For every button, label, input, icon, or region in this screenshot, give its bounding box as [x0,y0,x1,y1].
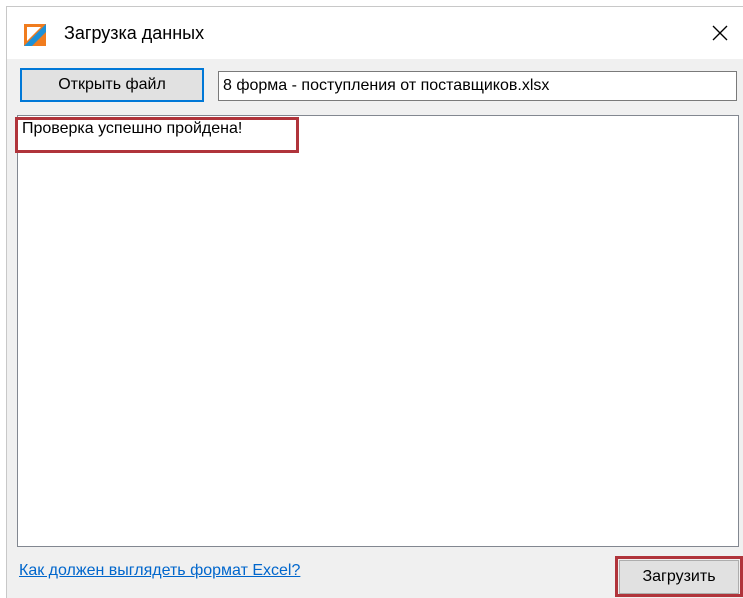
file-path-field[interactable]: 8 форма - поступления от поставщиков.xls… [218,71,737,101]
data-load-window: Загрузка данных Открыть файл 8 форма - п… [6,6,743,598]
excel-format-help-link[interactable]: Как должен выглядеть формат Excel? [19,562,300,580]
close-icon [712,25,728,41]
window-title: Загрузка данных [64,23,205,43]
close-button[interactable] [697,7,743,59]
app-logo-icon [24,24,46,46]
log-line: Проверка успешно пройдена! [22,120,243,137]
title-bar: Загрузка данных [7,7,743,59]
log-output-area[interactable]: Проверка успешно пройдена! [17,115,739,547]
load-button[interactable]: Загрузить [619,560,739,594]
open-file-button[interactable]: Открыть файл [20,68,204,102]
